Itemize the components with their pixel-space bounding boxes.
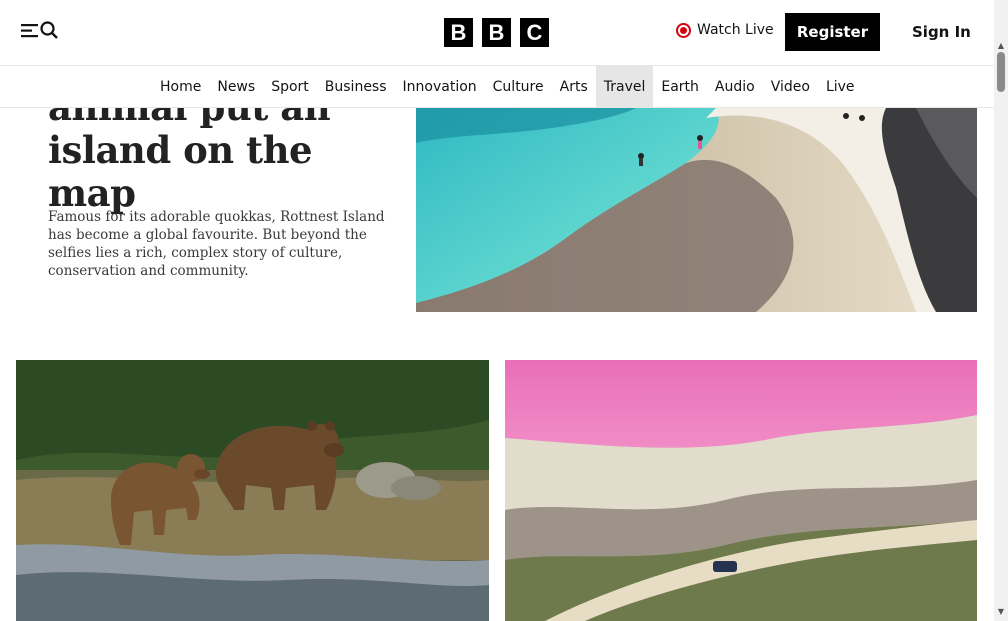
nav-item-video[interactable]: Video — [763, 66, 818, 107]
scroll-thumb[interactable] — [997, 52, 1005, 92]
bbc-logo[interactable]: B B C — [444, 18, 549, 47]
menu-search-button[interactable] — [21, 21, 58, 39]
nav-item-innovation[interactable]: Innovation — [395, 66, 485, 107]
nav-item-travel[interactable]: Travel — [595, 66, 654, 107]
nav-item-arts[interactable]: Arts — [552, 66, 596, 107]
watch-live-link[interactable]: Watch Live — [676, 22, 774, 38]
hero-image-beach[interactable] — [416, 108, 977, 312]
nav-item-audio[interactable]: Audio — [707, 66, 763, 107]
nav-item-earth[interactable]: Earth — [653, 66, 707, 107]
logo-letter-c: C — [520, 18, 549, 47]
card-image-bears[interactable] — [16, 360, 489, 621]
menu-icon — [21, 23, 38, 38]
nav-item-culture[interactable]: Culture — [485, 66, 552, 107]
main-nav: Home News Sport Business Innovation Cult… — [0, 65, 994, 108]
logo-letter-b2: B — [482, 18, 511, 47]
scroll-down-arrow-icon[interactable]: ▼ — [997, 608, 1005, 616]
register-button[interactable]: Register — [785, 13, 880, 51]
nav-item-home[interactable]: Home — [152, 66, 209, 107]
live-dot-icon — [676, 22, 691, 38]
nav-item-business[interactable]: Business — [317, 66, 395, 107]
search-icon — [40, 21, 58, 39]
hero-headline-line2: island on the map — [48, 128, 313, 215]
logo-letter-b1: B — [444, 18, 473, 47]
page-scrollbar[interactable]: ▲ ▼ — [994, 0, 1008, 621]
nav-item-news[interactable]: News — [209, 66, 263, 107]
watch-live-label: Watch Live — [697, 22, 774, 38]
card-image-pink-lake[interactable] — [505, 360, 977, 621]
scroll-up-arrow-icon[interactable]: ▲ — [997, 42, 1005, 50]
hero-summary: Famous for its adorable quokkas, Rottnes… — [48, 209, 385, 279]
nav-item-sport[interactable]: Sport — [263, 66, 317, 107]
top-header: B B C Watch Live Register Sign In — [0, 0, 994, 65]
nav-items: Home News Sport Business Innovation Cult… — [152, 66, 863, 108]
sign-in-link[interactable]: Sign In — [912, 23, 971, 41]
nav-item-live[interactable]: Live — [818, 66, 863, 107]
